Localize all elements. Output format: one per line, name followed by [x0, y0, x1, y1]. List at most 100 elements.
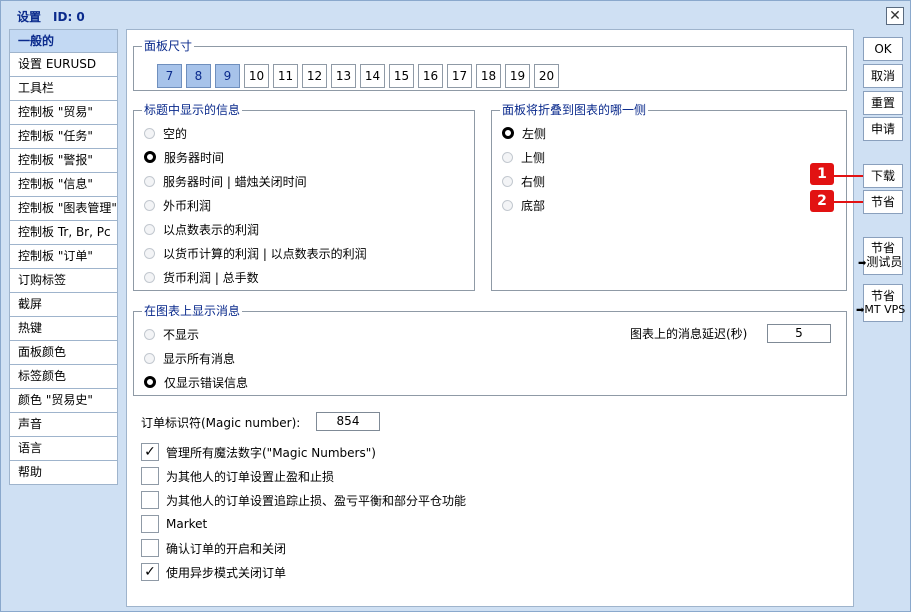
- nav-item[interactable]: 热键: [9, 317, 118, 341]
- checkbox[interactable]: [141, 467, 159, 485]
- radio-button-icon[interactable]: [144, 223, 155, 235]
- annotation-line-2: [834, 201, 863, 203]
- title-info-option-label: 空的: [163, 126, 188, 141]
- apply-button[interactable]: 申请: [863, 117, 903, 141]
- panel-size-18-button[interactable]: 18: [476, 64, 501, 88]
- nav-item[interactable]: 一般的: [9, 29, 118, 53]
- nav-item[interactable]: 颜色 "贸易史": [9, 389, 118, 413]
- save-to-tester-button[interactable]: 节省 ➡测试员: [858, 237, 903, 275]
- radio-button-icon[interactable]: [144, 271, 155, 283]
- nav-item[interactable]: 控制板 "任务": [9, 125, 118, 149]
- nav-item[interactable]: 控制板 "贸易": [9, 101, 118, 125]
- nav-item[interactable]: 标签颜色: [9, 365, 118, 389]
- checkbox[interactable]: ✓: [141, 563, 159, 581]
- chart-messages-option[interactable]: 仅显示错误信息: [144, 373, 248, 391]
- panel-size-20-button[interactable]: 20: [534, 64, 559, 88]
- nav-item[interactable]: 设置 EURUSD: [9, 53, 118, 77]
- nav-item[interactable]: 工具栏: [9, 77, 118, 101]
- title-info-group: 标题中显示的信息 空的 服务器时间 服务器时间 | 蜡烛关闭时间 外币利润 以点数表示的…: [133, 103, 475, 291]
- title-info-option[interactable]: 货币利润 | 总手数: [144, 268, 259, 286]
- panel-size-11-button[interactable]: 11: [273, 64, 298, 88]
- chart-messages-option[interactable]: 不显示: [144, 325, 199, 343]
- panel-size-10-button[interactable]: 10: [244, 64, 269, 88]
- radio-button-icon[interactable]: [502, 175, 513, 187]
- radio-button-icon[interactable]: [502, 199, 513, 211]
- radio-button-icon[interactable]: [144, 247, 155, 259]
- panel-size-17-button[interactable]: 17: [447, 64, 472, 88]
- fold-side-title: 面板将折叠到图表的哪一侧: [500, 103, 649, 117]
- title-info-option-label: 服务器时间: [164, 150, 225, 165]
- fold-side-option[interactable]: 右侧: [502, 172, 545, 190]
- panel-size-19-button[interactable]: 19: [505, 64, 530, 88]
- panel-size-title: 面板尺寸: [142, 39, 195, 53]
- nav-item[interactable]: 控制板 Tr, Br, Pc: [9, 221, 118, 245]
- chart-messages-option-label: 显示所有消息: [163, 351, 236, 366]
- option-checkbox-row[interactable]: 为其他人的订单设置追踪止损、盈亏平衡和部分平仓功能: [141, 490, 466, 510]
- magic-number-input[interactable]: 854: [316, 412, 380, 431]
- chart-messages-option[interactable]: 显示所有消息: [144, 349, 235, 367]
- checkbox[interactable]: [141, 539, 159, 557]
- checkbox-label: 使用异步模式关闭订单: [166, 565, 287, 580]
- option-checkbox-row[interactable]: Market: [141, 514, 207, 534]
- reset-button[interactable]: 重置: [863, 91, 903, 115]
- nav-item[interactable]: 控制板 "信息": [9, 173, 118, 197]
- checkbox[interactable]: [141, 515, 159, 533]
- title-info-option[interactable]: 空的: [144, 124, 187, 142]
- title-info-option[interactable]: 以点数表示的利润: [144, 220, 259, 238]
- radio-button-icon[interactable]: [144, 328, 155, 340]
- nav-item[interactable]: 声音: [9, 413, 118, 437]
- save-button[interactable]: 节省: [863, 190, 903, 214]
- radio-button-icon[interactable]: [502, 151, 513, 163]
- nav-item[interactable]: 订购标签: [9, 269, 118, 293]
- message-delay-input[interactable]: 5: [767, 324, 831, 343]
- panel-size-16-button[interactable]: 16: [418, 64, 443, 88]
- title-info-option[interactable]: 外币利润: [144, 196, 211, 214]
- fold-side-option[interactable]: 底部: [502, 196, 545, 214]
- nav-item[interactable]: 面板颜色: [9, 341, 118, 365]
- nav-item[interactable]: 控制板 "图表管理": [9, 197, 118, 221]
- fold-side-option[interactable]: 上侧: [502, 148, 545, 166]
- close-icon[interactable]: ✕: [886, 7, 904, 25]
- radio-button-icon[interactable]: [144, 151, 156, 163]
- title-info-option[interactable]: 服务器时间 | 蜡烛关闭时间: [144, 172, 307, 190]
- option-checkbox-row[interactable]: 确认订单的开启和关闭: [141, 538, 286, 558]
- panel-size-9-button[interactable]: 9: [215, 64, 240, 88]
- annotation-marker-2: 2: [810, 190, 834, 212]
- nav-item[interactable]: 语言: [9, 437, 118, 461]
- ok-button[interactable]: OK: [863, 37, 903, 61]
- radio-button-icon[interactable]: [144, 199, 155, 211]
- nav-item[interactable]: 控制板 "订单": [9, 245, 118, 269]
- title-info-option-label: 以点数表示的利润: [163, 222, 260, 237]
- radio-button-icon[interactable]: [144, 127, 155, 139]
- nav-item[interactable]: 帮助: [9, 461, 118, 485]
- panel-size-7-button[interactable]: 7: [157, 64, 182, 88]
- title-info-option-label: 货币利润 | 总手数: [163, 270, 259, 285]
- checkbox[interactable]: ✓: [141, 443, 159, 461]
- cancel-button[interactable]: 取消: [863, 64, 903, 88]
- chart-messages-option-label: 仅显示错误信息: [164, 375, 249, 390]
- radio-button-icon[interactable]: [502, 127, 514, 139]
- panel-size-13-button[interactable]: 13: [331, 64, 356, 88]
- checkbox[interactable]: [141, 491, 159, 509]
- fold-side-option[interactable]: 左侧: [502, 124, 546, 142]
- nav-item[interactable]: 控制板 "警报": [9, 149, 118, 173]
- option-checkbox-row[interactable]: 为其他人的订单设置止盈和止损: [141, 466, 334, 486]
- radio-button-icon[interactable]: [144, 376, 156, 388]
- message-delay-label: 图表上的消息延迟(秒): [630, 327, 748, 341]
- window-title-text: 设置: [17, 10, 42, 24]
- radio-button-icon[interactable]: [144, 175, 155, 187]
- window-title: 设置 ID: 0: [17, 8, 85, 25]
- title-info-option[interactable]: 服务器时间: [144, 148, 224, 166]
- radio-button-icon[interactable]: [144, 352, 155, 364]
- option-checkbox-row[interactable]: ✓ 使用异步模式关闭订单: [141, 562, 286, 582]
- download-button[interactable]: 下载: [863, 164, 903, 188]
- option-checkbox-row[interactable]: ✓ 管理所有魔法数字("Magic Numbers"): [141, 442, 376, 462]
- title-info-option[interactable]: 以货币计算的利润 | 以点数表示的利润: [144, 244, 367, 262]
- save-to-vps-button[interactable]: 节省 ➡MT VPS: [856, 284, 905, 322]
- panel-size-14-button[interactable]: 14: [360, 64, 385, 88]
- panel-size-12-button[interactable]: 12: [302, 64, 327, 88]
- panel-size-8-button[interactable]: 8: [186, 64, 211, 88]
- nav-item[interactable]: 截屏: [9, 293, 118, 317]
- checkbox-label: Market: [166, 517, 208, 531]
- panel-size-15-button[interactable]: 15: [389, 64, 414, 88]
